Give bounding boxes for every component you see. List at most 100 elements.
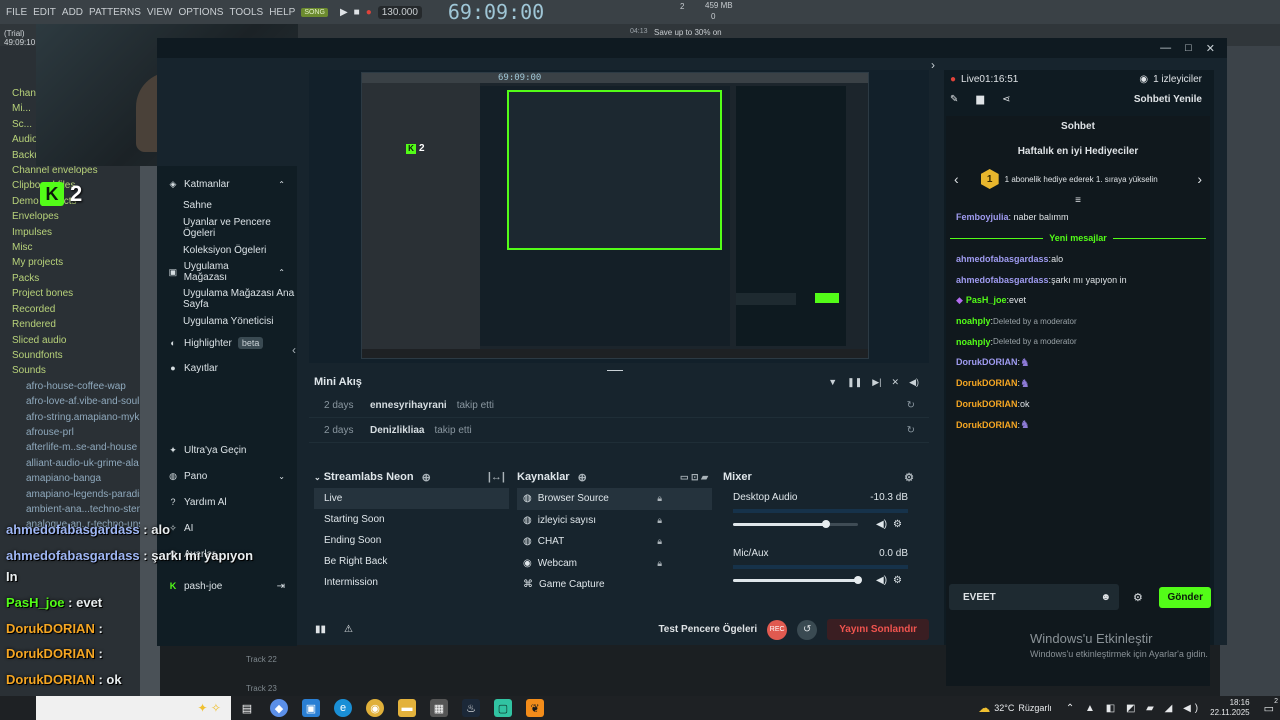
store-app-icon[interactable]: ▣ [302, 699, 320, 717]
add-source-icon[interactable]: ⊕ [578, 471, 587, 484]
chat-username[interactable]: DorukDORIAN [956, 420, 1018, 430]
source-item[interactable]: ◍ Browser Source 🔒︎ [517, 488, 712, 510]
pause-icon[interactable]: ❚❚ [847, 377, 862, 388]
chat-panel-toggle[interactable]: › [931, 58, 935, 72]
replay-icon[interactable]: ↻ [907, 425, 915, 436]
steam-icon[interactable]: ♨ [462, 699, 480, 717]
chat-username[interactable]: DorukDORIAN [956, 357, 1018, 367]
test-widgets-button[interactable]: Test Pencere Ögeleri [658, 624, 757, 635]
sidebar-item-ultra[interactable]: ✦ Ultra'ya Geçin [157, 440, 297, 460]
chat-username[interactable]: noahply [956, 337, 991, 347]
channel-settings-icon[interactable]: ⚙ [893, 519, 902, 530]
skip-icon[interactable]: ▶| [872, 377, 881, 388]
edge-icon[interactable]: e [334, 699, 352, 717]
play-icon[interactable]: ▶ [340, 7, 348, 18]
chat-username[interactable]: ahmedofabasgardass [956, 275, 1049, 285]
sidebar-item-scene[interactable]: Sahne [157, 200, 297, 211]
chat-input[interactable]: EVEET ☻ [949, 584, 1119, 610]
mute-alerts-icon[interactable]: ✕ [892, 377, 900, 388]
browser-file[interactable]: amapiano-banga [12, 471, 140, 486]
scene-item-ending-soon[interactable]: Ending Soon [314, 530, 509, 551]
explorer-icon[interactable]: ▬ [398, 699, 416, 717]
replay-buffer-icon[interactable]: ↺ [797, 619, 818, 640]
clock-time[interactable]: 18:16 [1210, 698, 1250, 708]
source-tools-icon[interactable]: ▭ ⊡ ▰ [680, 472, 708, 483]
speaker-icon[interactable]: ◀) [876, 519, 887, 530]
close-icon[interactable]: ✕ [1206, 42, 1215, 55]
browser-file[interactable]: alliant-audio-uk-grime-ala [12, 456, 140, 471]
chat-username[interactable]: PasH_joe [966, 295, 1007, 305]
source-item[interactable]: ⌘ Game Capture [517, 574, 712, 596]
chrome-icon[interactable]: ◉ [366, 699, 384, 717]
notification-icon[interactable]: ▭ 2 [1264, 698, 1278, 715]
sidebar-item-app-store-home[interactable]: Uygulama Mağazası Ana Sayfa [157, 288, 297, 310]
sidebar-item-app-manager[interactable]: Uygulama Yöneticisi [157, 316, 297, 327]
browser-folder[interactable]: Impulses [12, 225, 140, 240]
clock-date[interactable]: 22.11.2025 [1210, 708, 1249, 718]
fl-menu-edit[interactable]: EDIT [33, 7, 56, 18]
scene-transitions-icon[interactable]: |↔| [488, 471, 505, 483]
browser-folder[interactable]: Soundfonts [12, 348, 140, 363]
volume-slider[interactable] [733, 520, 858, 528]
browser-file[interactable]: amapiano-legends-paradise [12, 487, 140, 502]
fl-menu-file[interactable]: FILE [6, 7, 27, 18]
mixer-settings-icon[interactable]: ⚙ [904, 471, 914, 484]
fl-menu-view[interactable]: VIEW [147, 7, 173, 18]
source-item[interactable]: ◍ izleyici sayısı 🔒︎ [517, 510, 712, 532]
speaker-icon[interactable]: ◀) [876, 575, 887, 586]
stats-icon[interactable]: ▮▮ [315, 624, 326, 635]
send-button[interactable]: Gönder [1159, 586, 1211, 608]
browser-folder[interactable]: Rendered [12, 317, 140, 332]
next-arrow-icon[interactable]: › [1197, 171, 1202, 187]
browser-folder[interactable]: Sliced audio [12, 333, 140, 348]
browser-file[interactable]: ambient-ana...techno-stems [12, 502, 140, 517]
preview-screenshot[interactable]: 69:09:00 K 2 [361, 72, 869, 359]
browser-file[interactable]: afro-string.amapiano-myk [12, 410, 140, 425]
filter-icon[interactable]: ▼ [828, 377, 837, 388]
browser-file[interactable]: afro-love-af.vibe-and-soul [12, 394, 140, 409]
fl-menu-options[interactable]: OPTIONS [178, 7, 223, 18]
scene-item-starting-soon[interactable]: Starting Soon [314, 509, 509, 530]
browser-folder[interactable]: Envelopes [12, 209, 140, 224]
refresh-chat-button[interactable]: Sohbeti Yenile [1134, 94, 1202, 105]
chevron-down-icon[interactable]: ⌄ [314, 473, 321, 482]
browser-folder[interactable]: Project bones [12, 286, 140, 301]
end-stream-button[interactable]: Yayını Sonlandır [827, 619, 929, 640]
browser-folder[interactable]: Recorded [12, 302, 140, 317]
alert-icon[interactable]: ⚠ [344, 624, 353, 635]
sidebar-item-recordings[interactable]: ● Kayıtlar [157, 358, 297, 378]
chat-username[interactable]: DorukDORIAN [956, 378, 1018, 388]
sidebar-item-widgets[interactable]: Uyanlar ve Pencere Ögeleri [157, 217, 297, 239]
sidebar-item-dashboard[interactable]: ◍ Pano ⌄ [157, 466, 297, 486]
fl-menu-add[interactable]: ADD [62, 7, 83, 18]
copilot-icon[interactable]: ◆ [270, 699, 288, 717]
task-view-icon[interactable]: ▤ [238, 699, 256, 717]
edit-icon[interactable]: ✎ [950, 94, 958, 105]
chat-settings-icon[interactable]: ⚙ [1133, 591, 1143, 604]
fl-menu-help[interactable]: HELP [269, 7, 295, 18]
collapse-gifters-icon[interactable]: ≡ [946, 195, 1210, 206]
logout-icon[interactable]: ⇥ [277, 581, 285, 592]
chat-username[interactable]: DorukDORIAN [956, 399, 1018, 409]
lock-icon[interactable]: 🔒︎ [657, 515, 662, 526]
source-item[interactable]: ◉ Webcam 🔒︎ [517, 553, 712, 575]
fl-menu-patterns[interactable]: PATTERNS [89, 7, 141, 18]
search-box[interactable]: ✦ ✧ [36, 696, 231, 720]
rec-button[interactable]: REC [767, 619, 788, 640]
chat-username[interactable]: ahmedofabasgardass [956, 254, 1049, 264]
scene-item-be-right-back[interactable]: Be Right Back [314, 551, 509, 572]
chat-username[interactable]: noahply [956, 316, 991, 326]
browser-file[interactable]: afterlife-m..se-and-house [12, 440, 140, 455]
scene-item-intermission[interactable]: Intermission [314, 572, 509, 593]
sidebar-item-app-store[interactable]: ▣ Uygulama Mağazası ⌃ [157, 261, 297, 283]
streamlabs-icon[interactable]: ▢ [494, 699, 512, 717]
tempo-display[interactable]: 130.000 [377, 5, 422, 19]
channel-settings-icon[interactable]: ⚙ [893, 575, 902, 586]
source-item[interactable]: ◍ CHAT 🔒︎ [517, 531, 712, 553]
browser-folder[interactable]: My projects [12, 255, 140, 270]
scene-item-live[interactable]: Live [314, 488, 509, 509]
folder-icon[interactable]: ▆ [976, 94, 984, 105]
volume-slider[interactable] [733, 576, 862, 584]
lock-icon[interactable]: 🔒︎ [657, 493, 662, 504]
record-icon[interactable]: ● [366, 7, 372, 18]
